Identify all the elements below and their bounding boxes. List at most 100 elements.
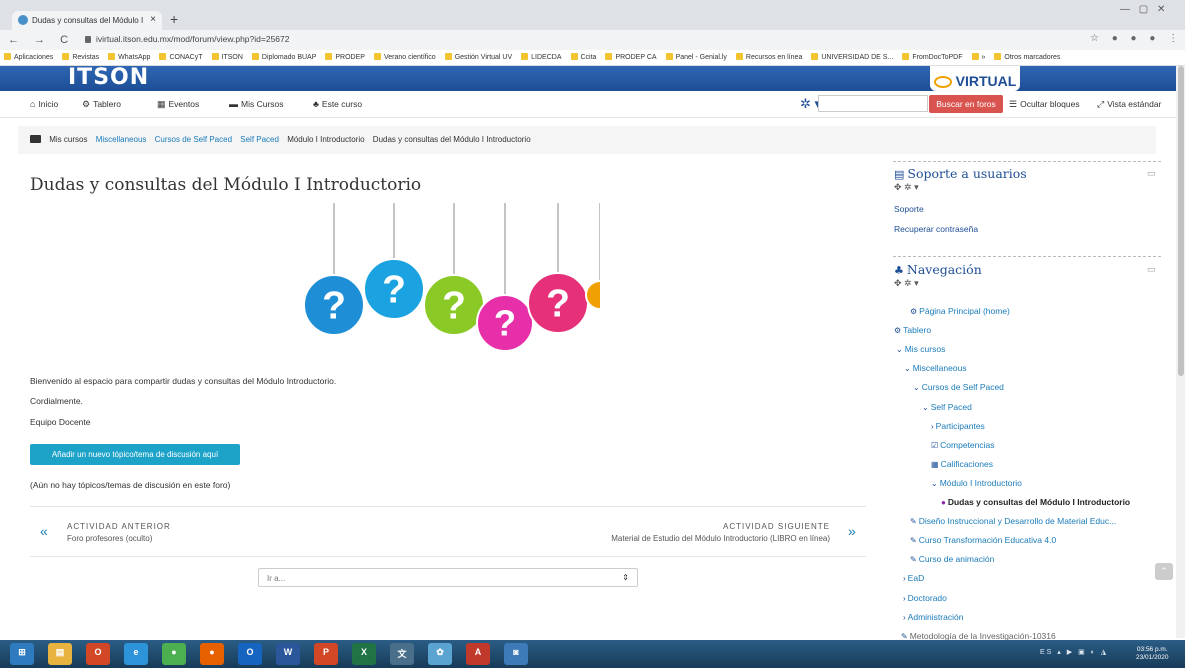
nav-my-courses[interactable]: ▬ Mis Cursos (229, 99, 284, 109)
ie-icon[interactable]: e (124, 643, 148, 665)
previous-activity-arrow-icon[interactable]: « (40, 523, 48, 539)
hide-blocks-button[interactable]: ☰ Ocultar bloques (1009, 99, 1080, 110)
search-forums-button[interactable]: Buscar en foros (929, 95, 1003, 113)
bookmark-item[interactable]: Otros marcadores (994, 53, 1060, 61)
nav-tree-icon: ⌄ (922, 402, 929, 412)
nav-tree-item[interactable]: ⚙ Tablero (894, 325, 931, 335)
system-tray[interactable]: ES ▴ ▶ ▣ ◐ ◮ (1040, 648, 1108, 656)
bookmark-item[interactable]: FromDocToPDF (902, 53, 963, 61)
itson-logo[interactable]: ITSON (68, 66, 149, 91)
outlook2-icon[interactable]: O (238, 643, 262, 665)
nav-tree-label: Administración (907, 611, 964, 622)
bookmark-item[interactable]: UNIVERSIDAD DE S... (811, 53, 893, 61)
word-icon[interactable]: W (276, 643, 300, 665)
bookmark-item[interactable]: Ccita (570, 53, 596, 61)
nav-tree-item[interactable]: ⌄ Cursos de Self Paced (913, 382, 1004, 392)
file-explorer-icon[interactable]: ▤ (48, 643, 72, 665)
back-to-top-button[interactable]: ⌃ (1155, 563, 1173, 580)
tab-close-icon[interactable]: × (150, 14, 156, 25)
scrollbar-thumb[interactable] (1178, 66, 1184, 376)
firefox-icon[interactable]: ● (200, 643, 224, 665)
logo-virtual-text: VIRTUAL (955, 73, 1017, 89)
nav-tree-item[interactable]: › EaD (903, 573, 924, 583)
bookmark-item[interactable]: PRODEP (325, 53, 365, 61)
bookmark-item[interactable]: WhatsApp (108, 53, 150, 61)
previous-activity-link[interactable]: Foro profesores (oculto) (67, 534, 152, 543)
nav-tree-item[interactable]: ⌄ Módulo I Introductorio (931, 478, 1022, 488)
excel-icon[interactable]: X (352, 643, 376, 665)
bookmark-item[interactable]: ITSON (211, 53, 243, 61)
recover-password-link[interactable]: Recuperar contraseña (894, 224, 978, 234)
divider (30, 556, 866, 557)
dock-block-icon[interactable]: ▭ (1147, 264, 1156, 275)
bookmark-label: Gestión Virtual UV (454, 54, 513, 61)
nav-this-course[interactable]: ♣ Este curso (313, 99, 362, 109)
nav-tree-item[interactable]: ⌄ Self Paced (922, 402, 972, 412)
next-activity-arrow-icon[interactable]: » (848, 523, 856, 539)
bookmark-item[interactable]: PRODEP CA (605, 53, 657, 61)
acrobat-icon[interactable]: A (466, 643, 490, 665)
breadcrumb-self-paced[interactable]: Self Paced (240, 135, 279, 144)
nav-tree-item[interactable]: ✎ Curso de animación (910, 554, 994, 564)
nav-tree-item[interactable]: › Administración (903, 612, 963, 622)
bookmark-label: ITSON (221, 54, 243, 61)
clock[interactable]: 03:56 p.m. 23/01/2020 (1136, 646, 1169, 662)
nav-tree-item[interactable]: ⌄ Mis cursos (896, 344, 945, 354)
new-tab-button[interactable]: + (170, 11, 178, 27)
jump-to-select[interactable]: Ir a... ⇕ (258, 568, 638, 587)
add-topic-button[interactable]: Añadir un nuevo tópico/tema de discusión… (30, 444, 240, 465)
browser-tab[interactable]: Dudas y consultas del Módulo I × (12, 11, 162, 30)
url-field[interactable]: ivirtual.itson.edu.mx/mod/forum/view.php… (85, 34, 289, 44)
standard-view-button[interactable]: ⤢ Vista estándar (1097, 99, 1161, 110)
nav-tree-item[interactable]: ✎ Diseño Instruccional y Desarrollo de Ma… (910, 516, 1116, 526)
greeting-text: Cordialmente. (30, 396, 83, 406)
support-link[interactable]: Soporte (894, 204, 924, 214)
next-activity-link[interactable]: Material de Estudio del Módulo Introduct… (500, 534, 830, 543)
nav-tree-item[interactable]: › Doctorado (903, 593, 947, 603)
nav-tree-item[interactable]: ● Dudas y consultas del Módulo I Introduc… (941, 497, 1130, 507)
bookmark-item[interactable]: CONACyT (159, 53, 203, 61)
nav-tree-item[interactable]: ☑ Competencias (931, 440, 995, 450)
forum-search-input[interactable] (818, 95, 928, 112)
nav-tree-item[interactable]: ✎ Curso Transformación Educativa 4.0 (910, 535, 1056, 545)
tab-title: Dudas y consultas del Módulo I (32, 16, 144, 25)
nav-dashboard[interactable]: ⚙ Tablero (82, 99, 121, 110)
chrome-icon[interactable]: ● (162, 643, 186, 665)
breadcrumb-my-courses[interactable]: Mis cursos (49, 135, 87, 144)
itson-virtual-logo[interactable]: VIRTUAL (930, 66, 1020, 91)
nav-tree-item[interactable]: ⌄ Miscellaneous (904, 363, 967, 373)
bookmark-item[interactable]: Recursos en línea (735, 53, 802, 61)
bookmark-item[interactable]: LIDECDA (521, 53, 562, 61)
block-controls[interactable]: ✥ ✲ ▾ (894, 182, 919, 193)
nav-tree-label: Módulo I Introductorio (939, 477, 1022, 488)
block-controls[interactable]: ✥ ✲ ▾ (894, 278, 919, 289)
bookmark-item[interactable]: Panel - Genial.ly (665, 53, 727, 61)
bookmark-item[interactable]: » (971, 53, 985, 61)
no-topics-text: (Aún no hay tópicos/temas de discusión e… (30, 480, 231, 490)
bookmark-item[interactable]: Gestión Virtual UV (444, 53, 513, 61)
windows-start-icon[interactable]: ⊞ (10, 643, 34, 665)
window-controls[interactable]: — ▢ ✕ (1120, 4, 1168, 15)
extension-icons[interactable]: ☆ ● ● ● ⋮ (1090, 33, 1183, 44)
outlook-icon[interactable]: O (86, 643, 110, 665)
breadcrumb-miscellaneous[interactable]: Miscellaneous (96, 135, 147, 144)
bookmark-label: Revistas (72, 54, 100, 61)
nav-tree-item[interactable]: ▦ Calificaciones (931, 459, 993, 469)
nav-events[interactable]: ▦ Eventos (157, 99, 199, 110)
language-icon[interactable]: 文 (390, 643, 414, 665)
breadcrumb-self-paced-courses[interactable]: Cursos de Self Paced (155, 135, 232, 144)
nav-tree-item[interactable]: › Participantes (931, 421, 985, 431)
bookmark-item[interactable]: Diplomado BUAP (251, 53, 316, 61)
bookmark-item[interactable]: Revistas (62, 53, 100, 61)
bookmark-item[interactable]: Aplicaciones (4, 53, 53, 61)
browser-nav-buttons[interactable]: ← → C (8, 34, 74, 46)
powerpoint-icon[interactable]: P (314, 643, 338, 665)
photos-icon[interactable]: ✿ (428, 643, 452, 665)
nav-home[interactable]: ⌂ Inicio (30, 99, 58, 109)
bookmark-icon (373, 53, 381, 60)
app-icon[interactable]: ◙ (504, 643, 528, 665)
breadcrumb-module[interactable]: Módulo I Introductorio (287, 135, 364, 144)
bookmark-item[interactable]: Verano científico (373, 53, 436, 61)
nav-tree-item[interactable]: ⚙ Página Principal (home) (910, 306, 1010, 316)
dock-block-icon[interactable]: ▭ (1147, 168, 1156, 179)
